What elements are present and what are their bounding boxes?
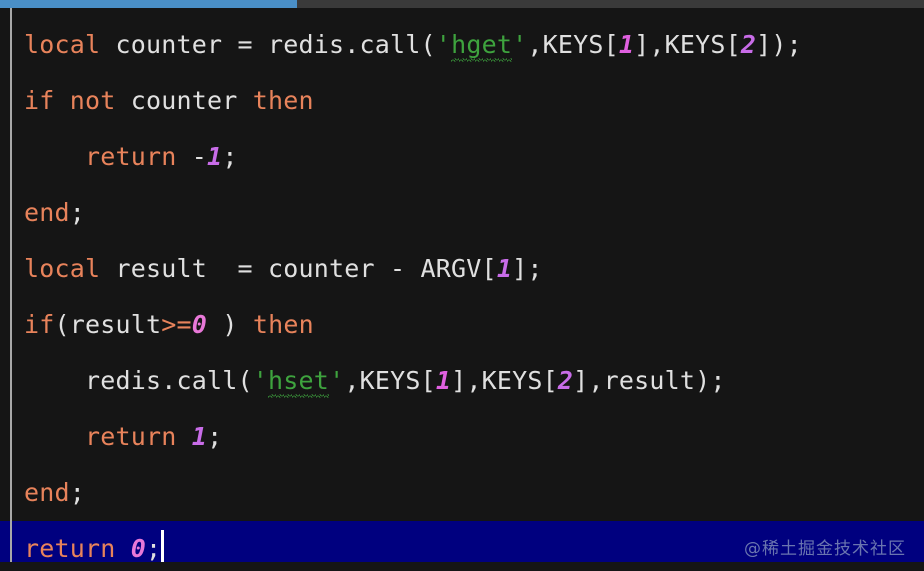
code-token-plain: ; bbox=[69, 478, 86, 507]
code-token-plain: - bbox=[176, 142, 208, 171]
code-token-plain: ,KEYS[ bbox=[527, 30, 619, 59]
code-token-plain: ; bbox=[222, 142, 238, 171]
code-line[interactable]: if(result>=0 ) then bbox=[0, 297, 924, 353]
code-token-plain: ],KEYS[ bbox=[451, 366, 558, 395]
string-token-misspelled: hget bbox=[451, 17, 513, 73]
code-token-plain: ]); bbox=[756, 30, 802, 59]
code-token-num2: 1 bbox=[207, 142, 223, 171]
horizontal-scrollbar[interactable] bbox=[0, 0, 924, 8]
code-token-plain: result = counter - ARGV[ bbox=[100, 254, 497, 283]
code-token-plain: redis.call( bbox=[24, 366, 253, 395]
code-line[interactable]: local result = counter - ARGV[1]; bbox=[0, 241, 924, 297]
code-token-num2: 1 bbox=[496, 254, 513, 283]
watermark-label: @稀土掘金技术社区 bbox=[744, 539, 906, 559]
code-token-num2: 2 bbox=[557, 366, 574, 395]
code-editor-window: local counter = redis.call('hget',KEYS[1… bbox=[0, 0, 924, 571]
code-token-num: 1 bbox=[435, 366, 452, 395]
code-token-kw: then bbox=[252, 310, 314, 339]
code-token-kw: return bbox=[85, 142, 177, 171]
text-cursor bbox=[161, 530, 165, 564]
code-token-plain: ],result); bbox=[573, 366, 726, 395]
code-content-area[interactable]: local counter = redis.call('hget',KEYS[1… bbox=[0, 8, 924, 571]
code-line[interactable]: end; bbox=[0, 185, 924, 241]
code-token-plain: ],KEYS[ bbox=[634, 30, 741, 59]
code-token-plain: ; bbox=[146, 534, 162, 563]
code-token-kw: local bbox=[24, 254, 101, 283]
string-token-misspelled: hset bbox=[268, 353, 330, 409]
code-token-str: ' bbox=[329, 366, 345, 395]
code-token-kw: end bbox=[24, 198, 70, 227]
code-token-str: ' bbox=[435, 30, 452, 59]
code-token-kw: if not bbox=[24, 86, 116, 115]
code-token-num2: 2 bbox=[740, 30, 757, 59]
scrollbar-track[interactable] bbox=[297, 0, 924, 8]
code-token-num3: 0 bbox=[191, 310, 208, 339]
code-token-plain: counter bbox=[115, 86, 253, 115]
code-token-kw: end bbox=[24, 478, 70, 507]
code-line[interactable]: return -1; bbox=[0, 129, 924, 185]
code-token-plain: ; bbox=[207, 422, 223, 451]
code-token-kw: if bbox=[24, 310, 55, 339]
code-token-plain: (result bbox=[54, 310, 162, 339]
code-token-kw: then bbox=[252, 86, 314, 115]
code-token-op: >= bbox=[161, 310, 192, 339]
code-token-num2: 1 bbox=[191, 422, 208, 451]
code-token-num: 1 bbox=[618, 30, 635, 59]
editor-bottom-strip bbox=[0, 562, 924, 571]
code-token-plain: counter = redis.call( bbox=[100, 30, 436, 59]
code-line[interactable]: end; bbox=[0, 465, 924, 521]
code-token-plain: ; bbox=[69, 198, 86, 227]
code-token-kw: local bbox=[24, 30, 101, 59]
code-token-kw: return bbox=[85, 422, 177, 451]
code-token-num3: 0 bbox=[130, 534, 147, 563]
code-token-plain: ) bbox=[207, 310, 253, 339]
code-line[interactable]: if not counter then bbox=[0, 73, 924, 129]
code-line[interactable]: redis.call('hset',KEYS[1],KEYS[2],result… bbox=[0, 353, 924, 409]
code-token-str: ' bbox=[252, 366, 269, 395]
indent-guide-line bbox=[10, 8, 12, 571]
code-line[interactable]: local counter = redis.call('hget',KEYS[1… bbox=[0, 17, 924, 73]
scrollbar-thumb[interactable] bbox=[0, 0, 297, 8]
code-token-kw: return bbox=[24, 534, 116, 563]
code-line[interactable]: return 1; bbox=[0, 409, 924, 465]
code-token-plain: ,KEYS[ bbox=[344, 366, 436, 395]
code-token-str: ' bbox=[512, 30, 528, 59]
code-token-plain: ]; bbox=[512, 254, 543, 283]
